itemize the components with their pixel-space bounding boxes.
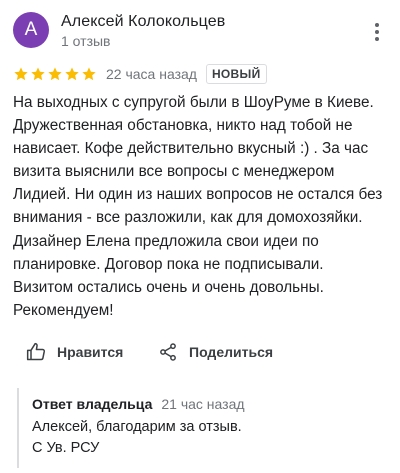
reviewer-review-count: 1 отзыв [61,33,111,49]
owner-response-line: С Ув. РСУ [32,440,100,456]
owner-response: Ответ владельца 21 час назад Алексей, бл… [17,388,387,468]
review-text: На выходных с супругой были в ШоуРуме в … [13,91,393,322]
like-label: Нравится [57,344,124,360]
more-options-button[interactable] [370,20,384,44]
star-icon [82,67,96,81]
review-text-line: нависает. Кофе действительно вкусный :) … [13,140,369,158]
star-rating [13,66,97,82]
owner-response-line: Алексей, благодарим за отзыв. [32,419,242,435]
more-vert-icon [375,23,379,27]
new-badge: НОВЫЙ [205,64,267,84]
review-text-line: Дружественная обстановка, никто над тобо… [13,117,353,135]
rating-row: 22 часа назад НОВЫЙ [13,64,267,84]
share-label: Поделиться [189,344,274,360]
review-text-line: внимания - все разложили, как для домохо… [13,209,363,227]
like-button[interactable]: Нравится [26,340,123,364]
avatar[interactable]: A [13,12,49,48]
review-time: 22 часа назад [106,66,197,82]
thumb-up-icon [26,342,46,361]
star-icon [14,67,28,81]
review-text-line: На выходных с супругой были в ШоуРуме в … [13,94,374,111]
review-text-line: Дизайнер Елена предложила свои идеи по [13,232,319,250]
star-icon [65,67,79,81]
owner-response-time: 21 час назад [161,396,245,412]
star-icon [48,67,62,81]
review-card: A Алексей Колокольцев 1 отзыв 22 часа на… [0,0,400,473]
share-icon [160,343,176,361]
owner-response-header: Ответ владельца 21 час назад [32,396,387,416]
share-button[interactable]: Поделиться [158,340,273,364]
review-text-line: Визитом остались очень и очень довольны. [13,278,324,296]
owner-response-text: Алексей, благодарим за отзыв. С Ув. РСУ [32,417,387,459]
star-icon [31,67,45,81]
review-text-line: планировке. Договор пока не подписывали. [13,255,324,273]
review-text-line: Лидией. Ни один из наших вопросов не ост… [13,186,383,204]
review-text-line: Рекомендуем! [13,301,114,319]
owner-response-label: Ответ владельца [32,396,153,412]
review-text-line: визита выяснили все вопросы с менеджером [13,163,335,181]
reviewer-name[interactable]: Алексей Колокольцев [61,12,225,32]
